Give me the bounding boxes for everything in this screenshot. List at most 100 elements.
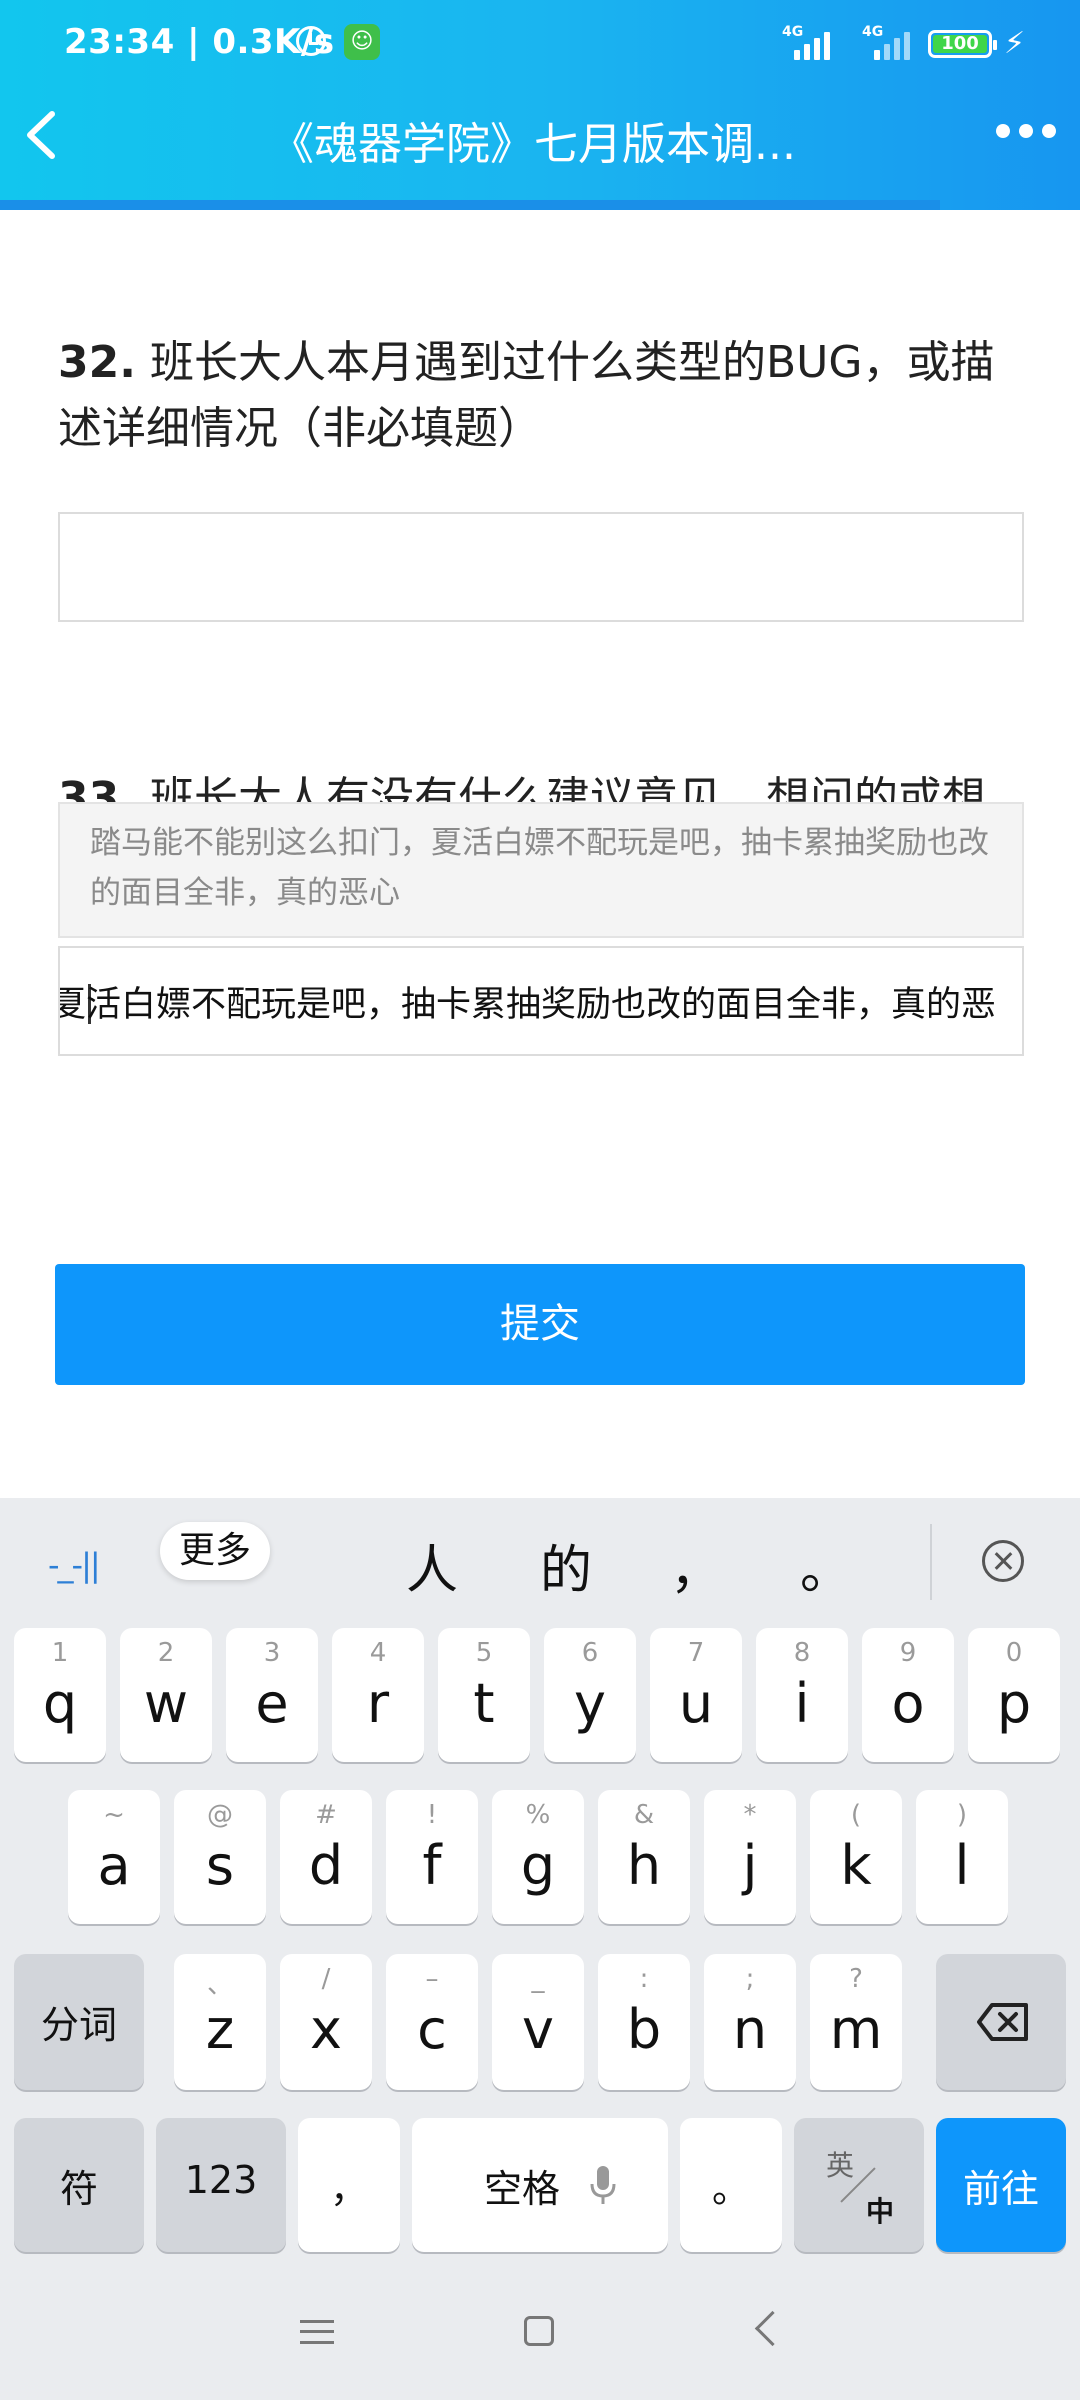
key-n[interactable]: ; n bbox=[704, 1954, 796, 2090]
key-j-symbol: * bbox=[743, 1800, 757, 1830]
key-m-label: m bbox=[829, 1998, 883, 2061]
back-button[interactable] bbox=[22, 108, 62, 162]
question-32-text: 班长大人本月遇到过什么类型的BUG，或描述详细情况（非必填题） bbox=[58, 337, 995, 454]
key-k-label: k bbox=[840, 1834, 872, 1897]
home-icon[interactable] bbox=[524, 2316, 554, 2346]
key-z[interactable]: 、 z bbox=[174, 1954, 266, 2090]
key-g-label: g bbox=[520, 1834, 556, 1897]
key-s[interactable]: @ s bbox=[174, 1790, 266, 1924]
key-w[interactable]: 2w bbox=[120, 1628, 212, 1762]
key-h-symbol: & bbox=[633, 1800, 655, 1830]
key-p-label: p bbox=[996, 1672, 1032, 1735]
key-e[interactable]: 3e bbox=[226, 1628, 318, 1762]
go-key[interactable]: 前往 bbox=[936, 2118, 1066, 2252]
period-key[interactable]: 。 bbox=[680, 2118, 782, 2252]
language-switch-key[interactable]: 英 中 bbox=[794, 2118, 924, 2252]
key-j[interactable]: * j bbox=[704, 1790, 796, 1924]
key-b[interactable]: :b bbox=[598, 1954, 690, 2090]
key-d-symbol: # bbox=[315, 1800, 337, 1830]
candidate-1[interactable]: 人 bbox=[406, 1528, 458, 1603]
candidate-divider bbox=[930, 1524, 932, 1600]
key-w-label: w bbox=[143, 1672, 189, 1735]
key-c[interactable]: – c bbox=[386, 1954, 478, 2090]
key-p[interactable]: 0p bbox=[968, 1628, 1060, 1762]
key-y-symbol: 6 bbox=[581, 1638, 599, 1668]
signal-strength-icon-2 bbox=[874, 30, 920, 60]
chevron-left-icon bbox=[27, 111, 55, 159]
key-i-label: i bbox=[794, 1672, 810, 1735]
key-f-symbol: ! bbox=[426, 1800, 438, 1830]
lang-zh-label: 中 bbox=[866, 2195, 895, 2228]
question-32-input[interactable] bbox=[58, 512, 1024, 622]
key-y[interactable]: 6y bbox=[544, 1628, 636, 1762]
number-key[interactable]: 123 bbox=[156, 2118, 286, 2252]
more-options-button[interactable] bbox=[996, 124, 1056, 140]
autocomplete-suggestion[interactable]: 踏马能不能别这么扣门，夏活白嫖不配玩是吧，抽卡累抽奖励也改的面目全非，真的恶心 bbox=[58, 802, 1024, 938]
recent-apps-icon[interactable] bbox=[300, 2320, 334, 2344]
key-q-label: q bbox=[42, 1672, 78, 1735]
alarm-icon bbox=[296, 26, 326, 56]
notification-app-icon: ☺ bbox=[344, 24, 380, 60]
space-key[interactable]: 空格 bbox=[412, 2118, 668, 2252]
keyboard-toolbox-button[interactable]: -_-|| bbox=[48, 1546, 101, 1584]
question-33-input-value: 夏活白嫖不配玩是吧，抽卡累抽奖励也改的面目全非，真的恶 bbox=[58, 985, 996, 1025]
key-q-symbol: 1 bbox=[51, 1638, 69, 1668]
key-v[interactable]: _ v bbox=[492, 1954, 584, 2090]
candidate-4[interactable]: 。 bbox=[800, 1528, 852, 1603]
key-s-label: s bbox=[205, 1834, 235, 1897]
key-c-label: c bbox=[417, 1998, 447, 2061]
key-o[interactable]: 9o bbox=[862, 1628, 954, 1762]
close-candidates-icon[interactable] bbox=[982, 1540, 1024, 1582]
key-z-label: z bbox=[205, 1998, 235, 2061]
soft-keyboard: -_-|| 更多 人 的 ， 。 1q2w3e4r5t6y7u8i9o0p ~ a… bbox=[0, 1498, 1080, 2270]
key-p-symbol: 0 bbox=[1005, 1638, 1023, 1668]
key-m[interactable]: ? m bbox=[810, 1954, 902, 2090]
microphone-icon bbox=[590, 2166, 616, 2204]
battery-icon: 100 bbox=[928, 30, 997, 58]
page-load-progress bbox=[0, 200, 940, 210]
key-d[interactable]: # d bbox=[280, 1790, 372, 1924]
key-r-symbol: 4 bbox=[369, 1638, 387, 1668]
key-a-label: a bbox=[97, 1834, 131, 1897]
key-l-label: l bbox=[954, 1834, 970, 1897]
key-h[interactable]: & h bbox=[598, 1790, 690, 1924]
backspace-key[interactable] bbox=[936, 1954, 1066, 2090]
key-k[interactable]: (k bbox=[810, 1790, 902, 1924]
key-t-label: t bbox=[473, 1672, 495, 1735]
key-m-symbol: ? bbox=[849, 1964, 863, 1994]
battery-level: 100 bbox=[933, 35, 987, 53]
system-back-icon[interactable] bbox=[754, 2310, 791, 2347]
key-b-label: b bbox=[626, 1998, 662, 2061]
key-i[interactable]: 8i bbox=[756, 1628, 848, 1762]
key-s-symbol: @ bbox=[207, 1800, 233, 1830]
question-33-input[interactable]: 夏活白嫖不配玩是吧，抽卡累抽奖励也改的面目全非，真的恶 bbox=[58, 946, 1024, 1056]
key-u-symbol: 7 bbox=[687, 1638, 705, 1668]
candidate-bar: -_-|| 更多 人 的 ， 。 bbox=[0, 1498, 1080, 1624]
more-candidates-button[interactable]: 更多 bbox=[160, 1522, 270, 1580]
key-h-label: h bbox=[626, 1834, 662, 1897]
submit-button[interactable]: 提交 bbox=[55, 1264, 1025, 1385]
key-g[interactable]: % g bbox=[492, 1790, 584, 1924]
symbol-key[interactable]: 符 bbox=[14, 2118, 144, 2252]
candidate-3[interactable]: ， bbox=[670, 1528, 722, 1603]
key-r[interactable]: 4r bbox=[332, 1628, 424, 1762]
key-i-symbol: 8 bbox=[793, 1638, 811, 1668]
key-f-label: f bbox=[422, 1834, 442, 1897]
key-n-symbol: ; bbox=[745, 1964, 755, 1994]
key-w-symbol: 2 bbox=[157, 1638, 175, 1668]
key-u[interactable]: 7u bbox=[650, 1628, 742, 1762]
key-t[interactable]: 5t bbox=[438, 1628, 530, 1762]
key-o-label: o bbox=[891, 1672, 925, 1735]
candidate-2[interactable]: 的 bbox=[540, 1528, 592, 1603]
split-key[interactable]: 分词 bbox=[14, 1954, 144, 2090]
key-l[interactable]: ) l bbox=[916, 1790, 1008, 1924]
backspace-icon bbox=[977, 2003, 1028, 2041]
key-v-symbol: _ bbox=[531, 1964, 545, 1994]
key-x[interactable]: / x bbox=[280, 1954, 372, 2090]
key-x-label: x bbox=[310, 1998, 342, 2061]
key-a[interactable]: ~ a bbox=[68, 1790, 160, 1924]
key-b-symbol: : bbox=[639, 1964, 649, 1994]
key-f[interactable]: ! f bbox=[386, 1790, 478, 1924]
key-a-symbol: ~ bbox=[103, 1800, 125, 1830]
key-q[interactable]: 1q bbox=[14, 1628, 106, 1762]
